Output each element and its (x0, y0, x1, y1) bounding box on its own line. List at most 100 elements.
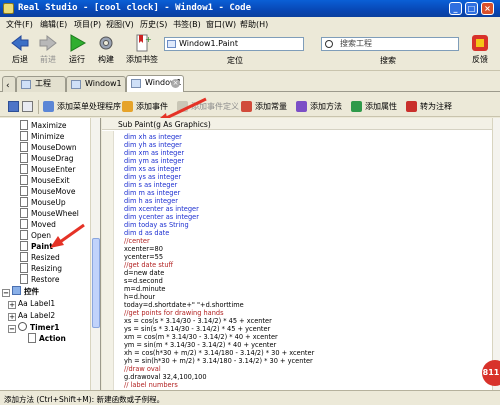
code-line[interactable]: // label numbers (124, 381, 178, 389)
code-editor[interactable]: Sub Paint(g As Graphics) dim xh as integ… (102, 118, 492, 390)
code-line[interactable]: dim xs as integer (124, 165, 181, 173)
tree-item-action[interactable]: Action (28, 333, 66, 344)
tree-item[interactable]: Minimize (20, 131, 64, 142)
code-line[interactable]: dim ycenter as integer (124, 213, 199, 221)
play-icon (67, 34, 87, 52)
code-line[interactable]: dim ym as integer (124, 157, 184, 165)
build-button[interactable]: 构建 (88, 34, 124, 68)
menu-file[interactable]: 文件(F) (6, 19, 33, 30)
code-line[interactable]: xm = cos(m * 3.14/30 - 3.14/2) * 40 + xc… (124, 333, 278, 341)
tree-item[interactable]: MouseUp (20, 197, 66, 208)
menu-view[interactable]: 视图(V) (106, 19, 134, 30)
add-bookmark-button[interactable]: + 添加书签 (122, 34, 162, 68)
chevron-left-icon: ‹ (6, 81, 10, 91)
collapse-icon[interactable]: − (8, 325, 16, 333)
code-line[interactable]: xh = cos(h*30 + m/2) * 3.14/180 - 3.14/2… (124, 349, 314, 357)
menu-bookmarks[interactable]: 书签(B) (173, 19, 201, 30)
code-line[interactable]: dim d as date (124, 229, 169, 237)
tab-window1-layout-label: Window1 (85, 79, 122, 88)
tab-project[interactable]: 工程 (16, 76, 66, 92)
code-line[interactable]: ys = sin(s * 3.14/30 - 3.14/2) * 45 + yc… (124, 325, 270, 333)
code-line[interactable]: xcenter=80 (124, 245, 163, 253)
menu-history[interactable]: 历史(S) (140, 19, 167, 30)
feedback-button[interactable]: 反馈 (462, 34, 498, 68)
menu-window[interactable]: 窗口(W) (206, 19, 236, 30)
code-line[interactable]: today=d.shortdate+" "+d.shorttime (124, 301, 244, 309)
add-method-button[interactable]: 添加方法 (296, 101, 342, 112)
expand-icon[interactable]: + (8, 313, 16, 321)
code-line[interactable]: xs = cos(s * 3.14/30 - 3.14/2) * 45 + xc… (124, 317, 272, 325)
code-line[interactable]: //get points for drawing hands (124, 309, 224, 317)
document-icon (20, 230, 28, 240)
tree-item[interactable]: MouseEnter (20, 164, 75, 175)
minimize-button[interactable]: _ (449, 2, 462, 15)
code-line[interactable]: s=d.second (124, 277, 163, 285)
tree-item[interactable]: Open (20, 230, 51, 241)
code-line[interactable]: dim xcenter as integer (124, 205, 199, 213)
tree-item-label2[interactable]: + Aa Label2 (8, 310, 55, 321)
tab-window1-layout[interactable]: Window1 (66, 76, 126, 92)
method-signature: Sub Paint(g As Graphics) (118, 120, 211, 129)
document-icon (20, 219, 28, 229)
tree-item[interactable]: MouseMove (20, 186, 75, 197)
code-line[interactable]: dim yh as integer (124, 141, 182, 149)
tree-item[interactable]: Restore (20, 274, 59, 285)
tree-item-timer1[interactable]: − Timer1 (8, 322, 60, 333)
code-line[interactable]: d=new date (124, 269, 164, 277)
tree-item-label1[interactable]: + Aa Label1 (8, 298, 55, 309)
search-field[interactable]: 搜索工程 (321, 37, 459, 51)
view-toggle-icon[interactable] (8, 101, 19, 112)
tree-group-controls[interactable]: − 控件 (2, 286, 39, 297)
expand-icon[interactable]: + (8, 301, 16, 309)
location-field[interactable]: Window1.Paint (164, 37, 304, 51)
code-line[interactable]: dim m as integer (124, 189, 180, 197)
code-line[interactable]: dim today as String (124, 221, 189, 229)
code-line[interactable]: ycenter=55 (124, 253, 163, 261)
scrollbar-thumb[interactable] (92, 238, 100, 328)
tree-item[interactable]: MouseWheel (20, 208, 79, 219)
code-line[interactable]: //center (124, 237, 150, 245)
code-line[interactable]: //get date stuff (124, 261, 173, 269)
close-button[interactable]: × (481, 2, 494, 15)
code-line[interactable]: //draw oval (124, 365, 161, 373)
code-line[interactable]: dim xm as integer (124, 149, 184, 157)
tab-window1-code[interactable]: Window1 × (126, 75, 184, 92)
code-line[interactable]: g.drawoval 32,4,100,100 (124, 373, 207, 381)
code-line[interactable]: ym = sin(m * 3.14/30 - 3.14/2) * 40 + yc… (124, 341, 276, 349)
tree-scrollbar[interactable] (90, 118, 100, 390)
feedback-label: 反馈 (472, 55, 488, 64)
comment-button[interactable]: 转为注释 (406, 101, 452, 112)
tree-item-label: Maximize (31, 121, 67, 130)
code-line[interactable]: h=d.hour (124, 293, 155, 301)
code-line[interactable]: dim h as integer (124, 197, 178, 205)
collapse-icon[interactable]: − (2, 289, 10, 297)
project-icon (21, 80, 31, 89)
code-line[interactable]: m=d.minute (124, 285, 166, 293)
add-menu-handler-button[interactable]: 添加菜单处理程序 (43, 101, 121, 112)
document-icon (20, 252, 28, 262)
tree-item-label: Timer1 (30, 323, 60, 332)
code-line[interactable]: dim s as integer (124, 181, 177, 189)
maximize-button[interactable]: □ (465, 2, 478, 15)
close-tab-icon[interactable]: × (171, 79, 180, 88)
code-line[interactable]: yh = sin(h*30 + m/2) * 3.14/180 - 3.14/2… (124, 357, 313, 365)
tree-item[interactable]: MouseDrag (20, 153, 74, 164)
layout-toggle-icon[interactable] (22, 101, 33, 112)
tree-item[interactable]: Resized (20, 252, 60, 263)
editor-scrollbar[interactable] (492, 118, 500, 390)
tree-item[interactable]: Resizing (20, 263, 62, 274)
tree-item[interactable]: Maximize (20, 120, 67, 131)
tree-item[interactable]: MouseDown (20, 142, 77, 153)
code-line[interactable]: dim ys as integer (124, 173, 181, 181)
tree-item-label: MouseWheel (31, 209, 79, 218)
tab-nav-button[interactable]: ‹ (2, 76, 16, 92)
tree-item[interactable]: MouseExit (20, 175, 70, 186)
menu-project[interactable]: 项目(P) (74, 19, 101, 30)
main-toolbar: 后退 前进 运行 构建 + 添加书签 Window1.Paint 定位 搜索工程… (0, 31, 500, 71)
bookmark-icon: + (132, 34, 152, 52)
add-constant-button[interactable]: 添加常量 (241, 101, 287, 112)
menu-help[interactable]: 帮助(H) (240, 19, 268, 30)
add-property-button[interactable]: 添加属性 (351, 101, 397, 112)
menu-edit[interactable]: 编辑(E) (40, 19, 67, 30)
code-line[interactable]: dim xh as integer (124, 133, 182, 141)
